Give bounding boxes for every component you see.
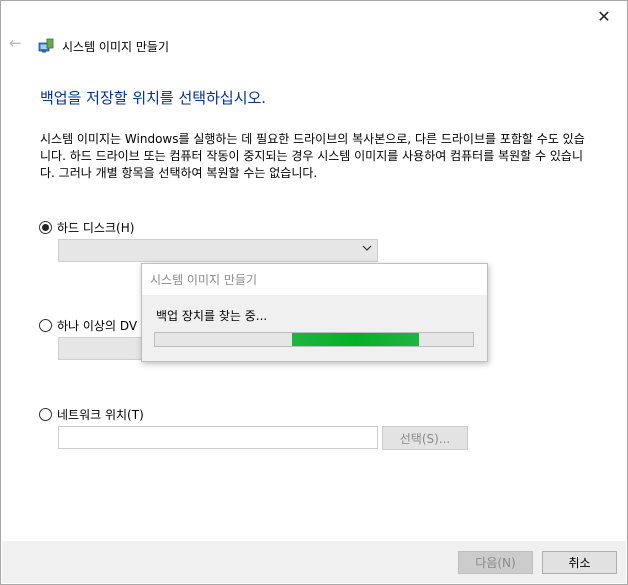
cancel-button-label: 취소 [568,556,591,570]
description-text: 시스템 이미지는 Windows를 실행하는 데 필요한 드라이브의 복사본으로… [40,132,585,180]
progress-dialog: 시스템 이미지 만들기 백업 장치를 찾는 중... [141,263,488,362]
progress-bar [154,332,474,347]
radio-label-hard-disk: 하드 디스크(H) [57,221,135,235]
dvd-dropdown[interactable] [58,337,143,360]
hard-disk-dropdown[interactable] [58,239,378,262]
close-button[interactable]: ✕ [581,1,627,31]
window-title: 시스템 이미지 만들기 [62,40,169,54]
next-button-label: 다음(N) [475,556,516,570]
footer-bar: 다음(N) 취소 [2,541,626,583]
backup-app-icon [38,37,54,53]
radio-button-hard-disk[interactable] [39,221,52,234]
radio-dvd[interactable]: 하나 이상의 DV [39,317,137,334]
back-button[interactable]: ← [9,35,25,51]
radio-label-dvd: 하나 이상의 DV [57,319,138,333]
progress-message: 백업 장치를 찾는 중... [156,309,268,323]
radio-button-network[interactable] [39,408,52,421]
progress-dialog-title: 시스템 이미지 만들기 [142,264,487,295]
next-button[interactable]: 다음(N) [458,551,533,574]
radio-network[interactable]: 네트워크 위치(T) [39,406,144,423]
radio-label-network: 네트워크 위치(T) [57,408,144,422]
radio-button-dvd[interactable] [39,319,52,332]
progress-bar-fill [291,333,419,346]
chevron-down-icon [361,243,373,257]
browse-button-label: 선택(S)... [399,431,451,446]
page-heading: 백업을 저장할 위치를 선택하십시오. [40,89,267,107]
radio-hard-disk[interactable]: 하드 디스크(H) [39,219,134,236]
back-arrow-icon: ← [9,34,22,52]
cancel-button[interactable]: 취소 [542,551,617,574]
create-system-image-window: ✕ ← 시스템 이미지 만들기 백업을 저장할 위치를 선택하십시오. 시스템 … [0,0,628,585]
network-path-input[interactable] [58,426,378,449]
close-icon: ✕ [597,6,611,26]
browse-button[interactable]: 선택(S)... [382,426,468,450]
